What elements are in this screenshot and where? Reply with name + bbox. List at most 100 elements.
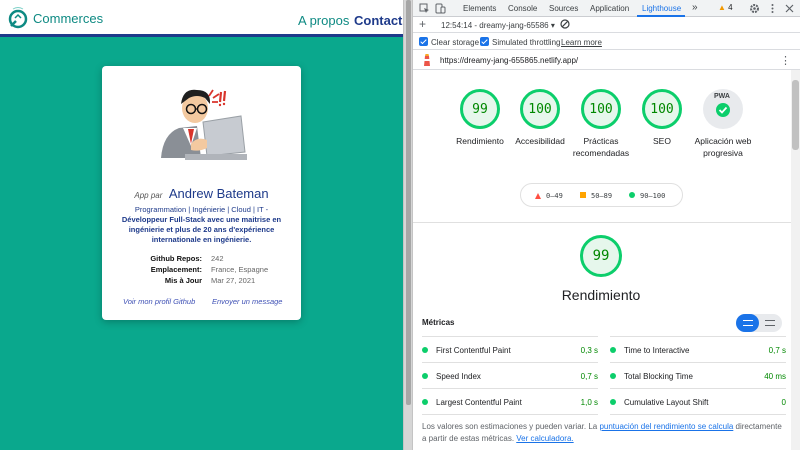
- info-label: Emplacement:: [150, 265, 202, 274]
- site-navbar: Commerces A propos Contact: [0, 0, 403, 37]
- pass-dot-icon: [610, 373, 616, 379]
- legend-fail: 0–49: [535, 192, 563, 200]
- clear-reports-icon[interactable]: [560, 19, 570, 29]
- tab-application[interactable]: Application: [590, 4, 629, 13]
- nav-link-apropos[interactable]: A propos: [298, 13, 349, 28]
- learn-more-link[interactable]: Learn more: [561, 38, 602, 47]
- gear-icon[interactable]: [749, 3, 760, 14]
- close-icon[interactable]: [784, 3, 795, 14]
- metric-divider: [610, 362, 786, 363]
- more-tabs-icon[interactable]: »: [692, 2, 698, 13]
- report-menu-icon[interactable]: ⋮: [780, 54, 791, 67]
- metric-tbt: Total Blocking Time 40 ms: [610, 371, 786, 383]
- metric-divider: [422, 362, 598, 363]
- tab-elements[interactable]: Elements: [463, 4, 496, 13]
- metric-divider: [610, 414, 786, 415]
- pwa-check-icon: [716, 103, 730, 117]
- metric-tti: Time to Interactive 0,7 s: [610, 345, 786, 357]
- score-value: 99: [460, 89, 500, 129]
- metric-name: First Contentful Paint: [436, 346, 511, 355]
- splitter-scrollbar[interactable]: [406, 0, 411, 405]
- compact-view-icon: [743, 320, 753, 326]
- score-label: Prácticas recomendadas: [572, 136, 630, 158]
- skills-description: Développeur Full-Stack avec une maitrise…: [121, 215, 282, 244]
- pwa-badge[interactable]: PWA: [703, 89, 743, 129]
- report-scrollbar-thumb[interactable]: [792, 80, 799, 150]
- clear-storage-checkbox[interactable]: [419, 37, 428, 46]
- metric-name: Largest Contentful Paint: [436, 398, 522, 407]
- tab-sources[interactable]: Sources: [549, 4, 578, 13]
- calculator-link[interactable]: Ver calculadora.: [516, 434, 573, 443]
- score-gauge-performance[interactable]: 99: [460, 89, 500, 129]
- pwa-badge-text: PWA: [714, 93, 730, 100]
- simulated-throttling-label: Simulated throttling: [492, 38, 561, 47]
- profile-card: App par Andrew Bateman Programmation | I…: [102, 66, 301, 320]
- warnings-count: 4: [728, 3, 733, 12]
- send-message-link[interactable]: Envoyer un message: [212, 297, 282, 306]
- metric-divider: [422, 414, 598, 415]
- lighthouse-toolbar: + 12:54:14 - dreamy-jang-65586 ▾: [413, 17, 800, 33]
- toggle-compact[interactable]: [736, 314, 759, 332]
- new-report-icon[interactable]: +: [419, 17, 426, 31]
- device-toolbar-icon[interactable]: [435, 3, 446, 14]
- report-url[interactable]: https://dreamy-jang-655865.netlify.app/: [440, 56, 578, 65]
- performance-title: Rendimiento: [561, 287, 641, 303]
- score-gauge-best-practices[interactable]: 100: [581, 89, 621, 129]
- simulated-throttling-checkbox[interactable]: [480, 37, 489, 46]
- score-legend: 0–49 50–89 90–100: [520, 183, 683, 207]
- panel-splitter[interactable]: [403, 0, 413, 450]
- developer-illustration: [161, 89, 247, 160]
- fail-triangle-icon: [535, 193, 541, 199]
- metric-value: 0,3 s: [580, 346, 598, 355]
- footnote-text: Los valores son estimaciones y pueden va…: [422, 422, 600, 431]
- brand[interactable]: Commerces: [7, 6, 103, 30]
- score-value: 100: [520, 89, 560, 129]
- report-scrollbar[interactable]: [791, 70, 800, 450]
- legend-pass-text: 90–100: [640, 192, 666, 200]
- info-label: Mis à Jour: [164, 276, 202, 285]
- warnings-badge[interactable]: ▲ 4: [718, 3, 733, 12]
- pwa-label: Aplicación web progresiva: [694, 136, 752, 158]
- metric-lcp: Largest Contentful Paint 1,0 s: [422, 397, 598, 409]
- clear-storage-label: Clear storage: [431, 38, 480, 47]
- metric-cls: Cumulative Layout Shift 0: [610, 397, 786, 409]
- pass-dot-icon: [422, 373, 428, 379]
- app-by-label: App par: [134, 191, 163, 200]
- tab-console[interactable]: Console: [508, 4, 537, 13]
- metric-value: 0: [781, 398, 786, 407]
- metric-name: Cumulative Layout Shift: [624, 398, 709, 407]
- score-label: Accesibilidad: [515, 136, 565, 146]
- metrics-view-toggle[interactable]: [736, 314, 782, 332]
- info-row: Emplacement: France, Espagne: [140, 264, 268, 275]
- brand-name: Commerces: [33, 10, 104, 26]
- score-label: SEO: [653, 136, 671, 146]
- average-square-icon: [580, 192, 586, 198]
- metric-divider: [422, 388, 598, 389]
- info-table: Github Repos: 242 Emplacement: France, E…: [140, 253, 268, 286]
- tab-lighthouse[interactable]: Lighthouse: [642, 4, 681, 13]
- info-label: Github Repos:: [150, 254, 202, 263]
- github-profile-link[interactable]: Voir mon profil Github: [123, 297, 195, 306]
- expanded-view-icon[interactable]: [765, 320, 775, 326]
- skills-text: Programmation | Ingénierie | Cloud | IT …: [110, 205, 293, 245]
- legend-pass: 90–100: [629, 192, 665, 200]
- info-value: Mar 27, 2021: [211, 276, 256, 285]
- info-row: Mis à Jour Mar 27, 2021: [140, 275, 268, 286]
- performance-score-gauge: 99: [580, 235, 622, 277]
- report-session-select[interactable]: 12:54:14 - dreamy-jang-65586 ▾: [441, 21, 555, 30]
- legend-average-text: 50–89: [591, 192, 613, 200]
- nav-link-contact[interactable]: Contact: [354, 13, 402, 28]
- metric-value: 1,0 s: [580, 398, 598, 407]
- score-calculation-link[interactable]: puntuación del rendimiento se calcula: [599, 422, 733, 431]
- score-gauge-accessibility[interactable]: 100: [520, 89, 560, 129]
- metric-speed-index: Speed Index 0,7 s: [422, 371, 598, 383]
- metric-divider: [422, 336, 598, 337]
- inspect-element-icon[interactable]: [419, 3, 430, 14]
- devtools-tabbar: Elements Console Sources Application Lig…: [413, 0, 800, 17]
- score-label: Rendimiento: [456, 136, 504, 146]
- score-value: 100: [642, 89, 682, 129]
- metric-fcp: First Contentful Paint 0,3 s: [422, 345, 598, 357]
- score-gauge-seo[interactable]: 100: [642, 89, 682, 129]
- more-options-icon[interactable]: [767, 3, 778, 14]
- section-divider: [413, 222, 791, 223]
